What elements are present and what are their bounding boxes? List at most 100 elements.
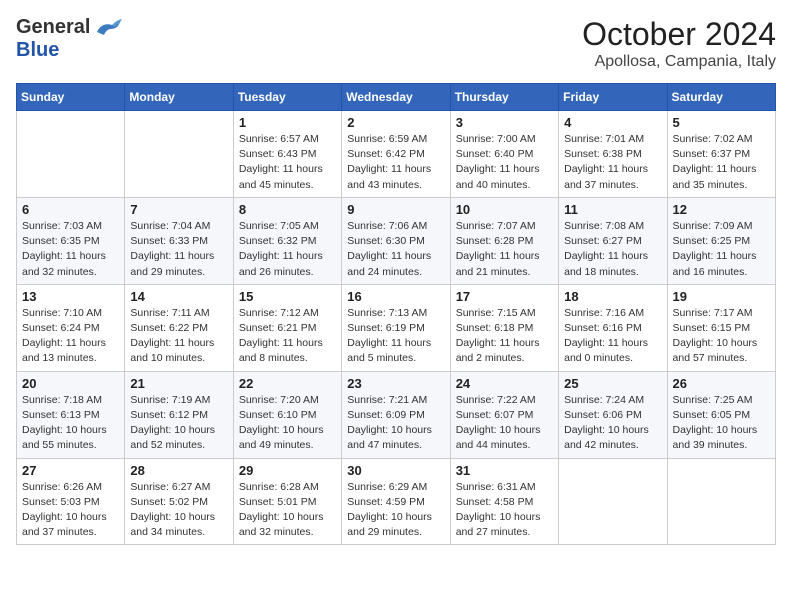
day-number: 8 — [239, 202, 336, 217]
day-number: 4 — [564, 115, 661, 130]
header-cell-thursday: Thursday — [450, 84, 558, 111]
header-cell-wednesday: Wednesday — [342, 84, 450, 111]
calendar-cell: 29 Sunrise: 6:28 AM Sunset: 5:01 PM Dayli… — [233, 458, 341, 545]
day-number: 11 — [564, 202, 661, 217]
calendar-cell: 23 Sunrise: 7:21 AM Sunset: 6:09 PM Dayli… — [342, 371, 450, 458]
calendar-cell: 16Sunrise: 7:13 AM Sunset: 6:19 PM Dayli… — [342, 284, 450, 371]
header-cell-tuesday: Tuesday — [233, 84, 341, 111]
calendar-cell: 18 Sunrise: 7:16 AM Sunset: 6:16 PM Dayli… — [559, 284, 667, 371]
day-detail: Sunrise: 7:12 AM Sunset: 6:21 PM Dayligh… — [239, 306, 336, 367]
calendar-cell: 7Sunrise: 7:04 AM Sunset: 6:33 PM Daylig… — [125, 197, 233, 284]
calendar-cell: 25 Sunrise: 7:24 AM Sunset: 6:06 PM Dayli… — [559, 371, 667, 458]
day-detail: Sunrise: 7:06 AM Sunset: 6:30 PM Dayligh… — [347, 219, 444, 280]
day-detail: Sunrise: 6:57 AM Sunset: 6:43 PM Dayligh… — [239, 132, 336, 193]
day-number: 29 — [239, 463, 336, 478]
header-cell-saturday: Saturday — [667, 84, 775, 111]
calendar-body: 1 Sunrise: 6:57 AM Sunset: 6:43 PM Daylig… — [17, 111, 776, 545]
day-detail: Sunrise: 6:59 AM Sunset: 6:42 PM Dayligh… — [347, 132, 444, 193]
day-detail: Sunrise: 7:24 AM Sunset: 6:06 PM Dayligh… — [564, 393, 661, 454]
header-cell-friday: Friday — [559, 84, 667, 111]
day-number: 28 — [130, 463, 227, 478]
logo-bird-icon — [92, 17, 122, 39]
day-detail: Sunrise: 7:15 AM Sunset: 6:18 PM Dayligh… — [456, 306, 553, 367]
calendar-cell: 14 Sunrise: 7:11 AM Sunset: 6:22 PM Dayli… — [125, 284, 233, 371]
calendar-cell: 19Sunrise: 7:17 AM Sunset: 6:15 PM Dayli… — [667, 284, 775, 371]
day-detail: Sunrise: 7:18 AM Sunset: 6:13 PM Dayligh… — [22, 393, 119, 454]
day-detail: Sunrise: 7:07 AM Sunset: 6:28 PM Dayligh… — [456, 219, 553, 280]
calendar-cell: 24 Sunrise: 7:22 AM Sunset: 6:07 PM Dayli… — [450, 371, 558, 458]
calendar-cell: 15 Sunrise: 7:12 AM Sunset: 6:21 PM Dayli… — [233, 284, 341, 371]
day-number: 10 — [456, 202, 553, 217]
day-number: 15 — [239, 289, 336, 304]
calendar-cell: 13Sunrise: 7:10 AM Sunset: 6:24 PM Dayli… — [17, 284, 125, 371]
day-number: 1 — [239, 115, 336, 130]
logo-general-text: General — [16, 16, 90, 39]
calendar-cell: 12 Sunrise: 7:09 AM Sunset: 6:25 PM Dayli… — [667, 197, 775, 284]
calendar-cell: 31 Sunrise: 6:31 AM Sunset: 4:58 PM Dayli… — [450, 458, 558, 545]
calendar-cell: 3 Sunrise: 7:00 AM Sunset: 6:40 PM Daylig… — [450, 111, 558, 198]
title-area: October 2024 Apollosa, Campania, Italy — [582, 16, 776, 71]
location: Apollosa, Campania, Italy — [582, 53, 776, 71]
day-detail: Sunrise: 7:01 AM Sunset: 6:38 PM Dayligh… — [564, 132, 661, 193]
day-detail: Sunrise: 7:21 AM Sunset: 6:09 PM Dayligh… — [347, 393, 444, 454]
day-number: 20 — [22, 376, 119, 391]
day-detail: Sunrise: 6:27 AM Sunset: 5:02 PM Dayligh… — [130, 480, 227, 541]
day-number: 2 — [347, 115, 444, 130]
month-title: October 2024 — [582, 16, 776, 53]
calendar-cell: 1 Sunrise: 6:57 AM Sunset: 6:43 PM Daylig… — [233, 111, 341, 198]
day-number: 9 — [347, 202, 444, 217]
day-detail: Sunrise: 7:16 AM Sunset: 6:16 PM Dayligh… — [564, 306, 661, 367]
calendar-cell: 22 Sunrise: 7:20 AM Sunset: 6:10 PM Dayli… — [233, 371, 341, 458]
day-detail: Sunrise: 6:28 AM Sunset: 5:01 PM Dayligh… — [239, 480, 336, 541]
calendar-cell: 5Sunrise: 7:02 AM Sunset: 6:37 PM Daylig… — [667, 111, 775, 198]
day-number: 31 — [456, 463, 553, 478]
day-number: 25 — [564, 376, 661, 391]
day-number: 27 — [22, 463, 119, 478]
day-detail: Sunrise: 7:00 AM Sunset: 6:40 PM Dayligh… — [456, 132, 553, 193]
day-number: 18 — [564, 289, 661, 304]
calendar-cell — [667, 458, 775, 545]
day-number: 21 — [130, 376, 227, 391]
calendar-week-2: 6 Sunrise: 7:03 AM Sunset: 6:35 PM Daylig… — [17, 197, 776, 284]
calendar-week-4: 20 Sunrise: 7:18 AM Sunset: 6:13 PM Dayli… — [17, 371, 776, 458]
day-number: 6 — [22, 202, 119, 217]
calendar-header: SundayMondayTuesdayWednesdayThursdayFrid… — [17, 84, 776, 111]
day-detail: Sunrise: 7:20 AM Sunset: 6:10 PM Dayligh… — [239, 393, 336, 454]
day-detail: Sunrise: 7:22 AM Sunset: 6:07 PM Dayligh… — [456, 393, 553, 454]
day-detail: Sunrise: 7:05 AM Sunset: 6:32 PM Dayligh… — [239, 219, 336, 280]
day-number: 16 — [347, 289, 444, 304]
day-detail: Sunrise: 7:03 AM Sunset: 6:35 PM Dayligh… — [22, 219, 119, 280]
header-cell-sunday: Sunday — [17, 84, 125, 111]
header-cell-monday: Monday — [125, 84, 233, 111]
day-number: 14 — [130, 289, 227, 304]
page-header: General Blue October 2024 Apollosa, Camp… — [16, 16, 776, 71]
day-number: 3 — [456, 115, 553, 130]
day-detail: Sunrise: 7:19 AM Sunset: 6:12 PM Dayligh… — [130, 393, 227, 454]
header-row: SundayMondayTuesdayWednesdayThursdayFrid… — [17, 84, 776, 111]
day-number: 24 — [456, 376, 553, 391]
calendar-cell: 30Sunrise: 6:29 AM Sunset: 4:59 PM Dayli… — [342, 458, 450, 545]
day-number: 17 — [456, 289, 553, 304]
day-number: 12 — [673, 202, 770, 217]
day-number: 26 — [673, 376, 770, 391]
calendar-cell: 21 Sunrise: 7:19 AM Sunset: 6:12 PM Dayli… — [125, 371, 233, 458]
calendar-week-1: 1 Sunrise: 6:57 AM Sunset: 6:43 PM Daylig… — [17, 111, 776, 198]
calendar-cell: 20 Sunrise: 7:18 AM Sunset: 6:13 PM Dayli… — [17, 371, 125, 458]
day-number: 22 — [239, 376, 336, 391]
calendar-table: SundayMondayTuesdayWednesdayThursdayFrid… — [16, 83, 776, 545]
calendar-cell: 8 Sunrise: 7:05 AM Sunset: 6:32 PM Daylig… — [233, 197, 341, 284]
day-detail: Sunrise: 7:04 AM Sunset: 6:33 PM Dayligh… — [130, 219, 227, 280]
calendar-cell: 10 Sunrise: 7:07 AM Sunset: 6:28 PM Dayli… — [450, 197, 558, 284]
calendar-cell: 6 Sunrise: 7:03 AM Sunset: 6:35 PM Daylig… — [17, 197, 125, 284]
calendar-cell — [559, 458, 667, 545]
day-detail: Sunrise: 6:31 AM Sunset: 4:58 PM Dayligh… — [456, 480, 553, 541]
day-detail: Sunrise: 7:08 AM Sunset: 6:27 PM Dayligh… — [564, 219, 661, 280]
day-number: 23 — [347, 376, 444, 391]
day-detail: Sunrise: 7:09 AM Sunset: 6:25 PM Dayligh… — [673, 219, 770, 280]
day-detail: Sunrise: 6:29 AM Sunset: 4:59 PM Dayligh… — [347, 480, 444, 541]
day-number: 5 — [673, 115, 770, 130]
calendar-cell: 28 Sunrise: 6:27 AM Sunset: 5:02 PM Dayli… — [125, 458, 233, 545]
calendar-cell: 27Sunrise: 6:26 AM Sunset: 5:03 PM Dayli… — [17, 458, 125, 545]
day-detail: Sunrise: 7:11 AM Sunset: 6:22 PM Dayligh… — [130, 306, 227, 367]
day-detail: Sunrise: 7:25 AM Sunset: 6:05 PM Dayligh… — [673, 393, 770, 454]
